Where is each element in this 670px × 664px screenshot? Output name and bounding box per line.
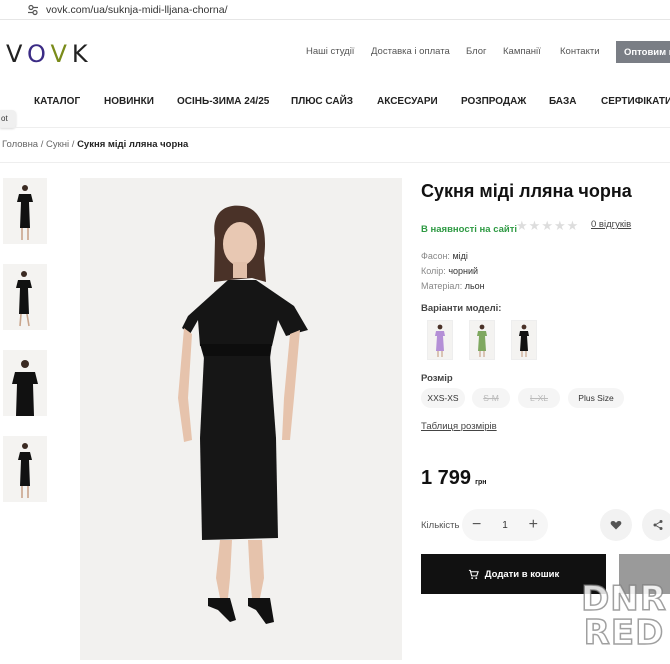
main-navigation: КАТАЛОГ НОВИНКИ ОСІНЬ-ЗИМА 24/25 ПЛЮС СА… xyxy=(0,88,670,114)
main-product-image[interactable] xyxy=(80,178,402,660)
top-link-studios[interactable]: Наші студії xyxy=(306,46,354,57)
breadcrumb-category[interactable]: Сукні xyxy=(46,139,69,150)
nav-sale[interactable]: РОЗПРОДАЖ xyxy=(461,96,526,107)
size-table-link[interactable]: Таблиця розмірів xyxy=(421,421,497,432)
wishlist-button[interactable] xyxy=(600,509,632,541)
star-icon[interactable]: ★ xyxy=(516,218,529,233)
size-option-plus[interactable]: Plus Size xyxy=(568,388,624,408)
top-link-delivery[interactable]: Доставка і оплата xyxy=(371,46,450,57)
star-icon[interactable]: ★ xyxy=(567,218,580,233)
product-thumbnail[interactable] xyxy=(3,350,47,416)
breadcrumb-home[interactable]: Головна xyxy=(2,139,38,150)
model-in-dress-illustration xyxy=(178,205,308,624)
site-header: VOVK Наші студії Доставка і оплата Блог … xyxy=(0,20,670,82)
attribute-value: льон xyxy=(464,281,485,291)
attribute-style: Фасон: міді xyxy=(421,251,468,261)
product-thumbnail[interactable] xyxy=(3,436,47,502)
watermark: DNR RED xyxy=(578,579,670,664)
size-option-l-xl: L-XL xyxy=(518,388,560,408)
attribute-label: Матеріал: xyxy=(421,281,463,291)
variants-label: Варіанти моделі: xyxy=(421,303,502,314)
nav-basic[interactable]: БАЗА xyxy=(549,96,577,107)
nav-catalog[interactable]: КАТАЛОГ xyxy=(34,96,80,107)
add-to-cart-label: Додати в кошик xyxy=(484,568,560,580)
attribute-value: чорний xyxy=(448,266,479,276)
site-settings-icon[interactable] xyxy=(26,3,40,17)
size-label: Розмір xyxy=(421,373,453,384)
share-button[interactable] xyxy=(642,509,670,541)
attribute-label: Фасон: xyxy=(421,251,450,261)
thumbnail-gallery xyxy=(3,178,47,522)
quantity-stepper: − 1 + xyxy=(462,509,548,541)
wholesale-button[interactable]: Оптовим п xyxy=(616,41,670,63)
top-link-campaigns[interactable]: Кампанії xyxy=(503,46,541,57)
cart-icon xyxy=(468,569,479,579)
nav-accessories[interactable]: АКСЕСУАРИ xyxy=(377,96,438,107)
rating-stars[interactable]: ★★★★★ xyxy=(516,218,579,234)
quantity-value[interactable]: 1 xyxy=(502,520,508,531)
minus-icon[interactable]: − xyxy=(472,516,481,534)
price-value: 1 799 xyxy=(421,467,472,489)
browser-address-bar[interactable]: vovk.com/ua/suknja-midi-lljana-chorna/ xyxy=(0,0,670,20)
nav-plus-size[interactable]: ПЛЮС САЙЗ xyxy=(291,96,353,107)
star-icon[interactable]: ★ xyxy=(541,218,554,233)
attribute-color: Колір: чорний xyxy=(421,266,478,276)
product-thumbnail[interactable] xyxy=(3,178,47,244)
availability-status: В наявності на сайті xyxy=(421,224,518,235)
breadcrumb-current: Сукня міді лляна чорна xyxy=(77,139,189,150)
breadcrumb: Головна / Сукні / Сукня міді лляна чорна xyxy=(2,139,188,150)
top-link-contacts[interactable]: Контакти xyxy=(560,46,600,57)
breadcrumb-separator: / xyxy=(40,139,44,150)
attribute-value: міді xyxy=(452,251,468,261)
reviews-link[interactable]: 0 відгуків xyxy=(591,219,631,230)
top-links: Наші студії Доставка і оплата Блог Кампа… xyxy=(0,46,670,60)
watermark-line: RED xyxy=(583,613,665,653)
side-popup-tab[interactable]: ot xyxy=(0,110,16,128)
attribute-material: Матеріал: льон xyxy=(421,281,485,291)
share-icon xyxy=(653,520,663,530)
watermark-line: DNR xyxy=(580,579,667,619)
plus-icon[interactable]: + xyxy=(529,516,538,534)
variant-black[interactable] xyxy=(511,320,537,360)
nav-new[interactable]: НОВИНКИ xyxy=(104,96,154,107)
size-option-xxs-xs[interactable]: XXS-XS xyxy=(421,388,465,408)
product-price: 1 799 грн xyxy=(421,467,486,490)
divider xyxy=(0,127,670,128)
star-icon[interactable]: ★ xyxy=(554,218,567,233)
currency: грн xyxy=(475,479,487,486)
nav-autumn-winter[interactable]: ОСІНЬ-ЗИМА 24/25 xyxy=(177,96,269,107)
nav-certificates[interactable]: СЕРТИФІКАТИ xyxy=(601,96,670,107)
heart-icon xyxy=(610,521,622,530)
product-thumbnail[interactable] xyxy=(3,264,47,330)
star-icon[interactable]: ★ xyxy=(529,218,542,233)
quantity-label: Кількість xyxy=(421,520,460,531)
size-option-s-m: S-M xyxy=(472,388,510,408)
divider xyxy=(0,162,670,163)
variant-lilac[interactable] xyxy=(427,320,453,360)
url-text[interactable]: vovk.com/ua/suknja-midi-lljana-chorna/ xyxy=(46,4,228,16)
variant-green[interactable] xyxy=(469,320,495,360)
breadcrumb-separator: / xyxy=(71,139,75,150)
attribute-label: Колір: xyxy=(421,266,446,276)
product-title: Сукня міді лляна чорна xyxy=(421,181,632,201)
top-link-blog[interactable]: Блог xyxy=(466,46,487,57)
